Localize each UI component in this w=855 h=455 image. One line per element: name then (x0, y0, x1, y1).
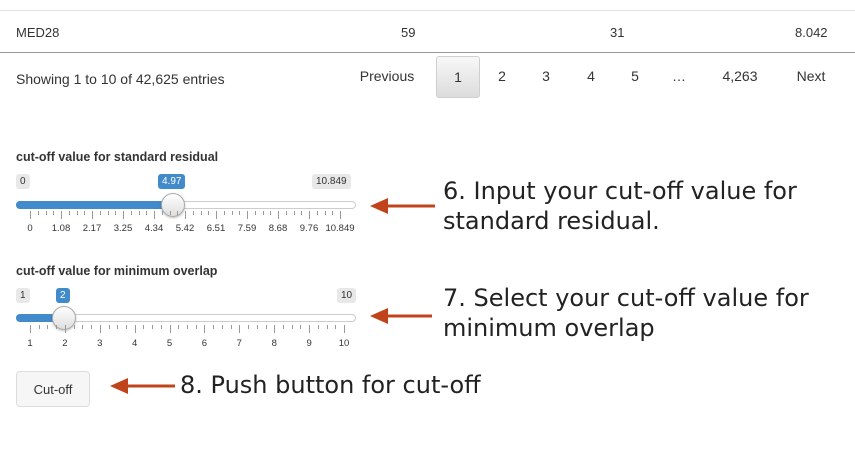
arrow-7-icon (370, 308, 388, 324)
annotation-6-line1: 6. Input your cut-off value for (443, 177, 797, 205)
annotation-7-line1: 7. Select your cut-off value for (443, 284, 809, 312)
annotation-7-line2: minimum overlap (443, 314, 655, 342)
arrow-8-icon (110, 378, 128, 394)
annotation-6-line2: standard residual. (443, 207, 660, 235)
annotation-8: 8. Push button for cut-off (180, 371, 481, 399)
arrow-6-icon (370, 198, 388, 214)
